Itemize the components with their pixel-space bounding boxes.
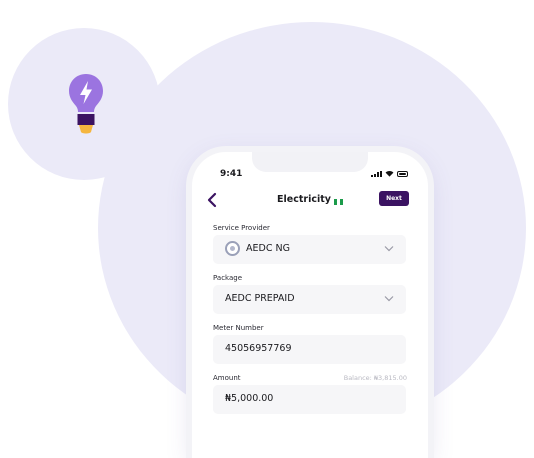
service-provider-select[interactable]: AEDC NG (213, 235, 406, 264)
chevron-down-icon (384, 296, 394, 302)
page-title-text: Electricity (277, 194, 331, 205)
wifi-icon (385, 170, 394, 177)
package-value: AEDC PREPAID (225, 293, 295, 304)
status-icons (371, 170, 408, 177)
signal-icon (371, 171, 382, 177)
amount-input[interactable]: ₦5,000.00 (213, 385, 406, 414)
app-header: Electricity Next (192, 190, 428, 212)
meter-number-value: 45056957769 (225, 343, 292, 354)
service-provider-value: AEDC NG (246, 243, 290, 254)
nigeria-flag-icon (333, 197, 343, 205)
chevron-down-icon (384, 246, 394, 252)
phone-screen: 9:41 Electricity Next Service Provider A… (192, 152, 428, 458)
amount-label: Amount (213, 374, 241, 382)
lightbulb-icon (69, 74, 103, 134)
package-label: Package (213, 274, 243, 282)
amount-value: ₦5,000.00 (225, 393, 274, 404)
provider-logo-icon (225, 241, 240, 256)
meter-number-label: Meter Number (213, 324, 264, 332)
balance-text: Balance: ₦3,815.00 (343, 374, 407, 382)
next-button[interactable]: Next (379, 191, 409, 206)
package-select[interactable]: AEDC PREPAID (213, 285, 406, 314)
battery-icon (397, 171, 408, 177)
meter-number-input[interactable]: 45056957769 (213, 335, 406, 364)
service-provider-label: Service Provider (213, 224, 270, 232)
status-time: 9:41 (220, 169, 243, 179)
phone-notch (252, 152, 368, 172)
